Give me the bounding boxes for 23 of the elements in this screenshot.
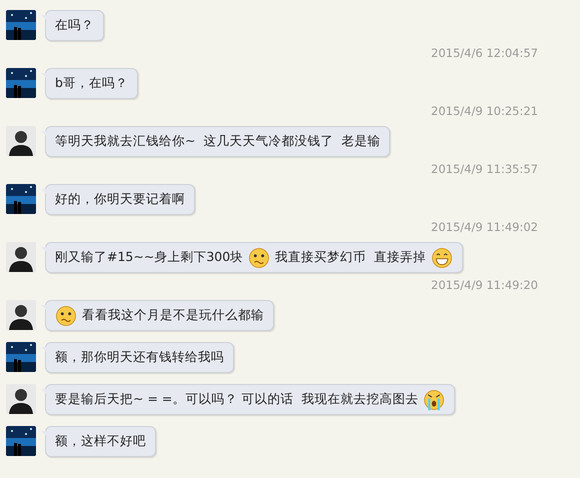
message-text: 看看我这个月是不是玩什么都输 <box>82 306 264 324</box>
avatar-icon <box>6 242 36 272</box>
avatar-icon <box>6 384 36 414</box>
message-text: 好的，你明天要记着啊 <box>55 190 185 208</box>
message-text: 额，这样不好吧 <box>55 432 146 450</box>
message-text: 刚又输了#15~~身上剩下300块 <box>55 248 244 266</box>
message-timestamp: 2015/4/9 11:49:02 <box>431 220 538 234</box>
message-timestamp: 2015/4/9 11:35:57 <box>431 162 538 176</box>
message-text: 在吗？ <box>55 16 94 34</box>
message-timestamp: 2015/4/6 12:04:57 <box>431 46 538 60</box>
message-text: 我直接买梦幻币 直接弄掉 <box>275 248 426 266</box>
crying-face-icon <box>423 388 446 410</box>
worried-face-icon <box>248 246 270 268</box>
message-text: b哥，在吗？ <box>55 74 128 92</box>
message-text: 额，那你明天还有钱转给我吗 <box>55 348 224 366</box>
avatar-icon <box>6 126 36 156</box>
message-timestamp: 2015/4/9 11:49:20 <box>431 278 538 292</box>
message-text: 等明天我就去汇钱给你~ 这几天天气冷都没钱了 老是输 <box>55 132 380 150</box>
worried-face-icon <box>55 304 77 326</box>
message-text: 要是输后天把~ = =。可以吗？ 可以的话 我现在就去挖高图去 <box>55 390 418 408</box>
message-timestamp: 2015/4/9 10:25:21 <box>431 104 538 118</box>
grinning-face-icon <box>431 246 454 268</box>
avatar-icon <box>6 300 36 330</box>
